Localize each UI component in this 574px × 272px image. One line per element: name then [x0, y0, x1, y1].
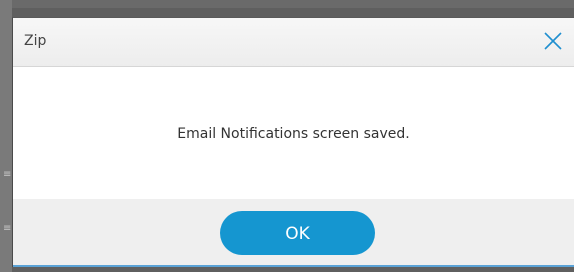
- close-icon: [544, 32, 562, 50]
- ok-button[interactable]: OK: [220, 211, 375, 255]
- dialog-body: Email Notifications screen saved.: [13, 67, 574, 199]
- backdrop-overlay: [0, 0, 574, 8]
- backdrop-glyph: ≡: [3, 223, 12, 234]
- modal-dialog: Zip Email Notifications screen saved. OK: [12, 17, 574, 267]
- backdrop-glyph: ≡: [3, 169, 12, 180]
- dialog-message: Email Notifications screen saved.: [177, 126, 410, 142]
- close-button[interactable]: [542, 30, 564, 52]
- dialog-footer: OK: [13, 199, 574, 267]
- dialog-header: Zip: [13, 18, 574, 67]
- dialog-title: Zip: [24, 33, 47, 49]
